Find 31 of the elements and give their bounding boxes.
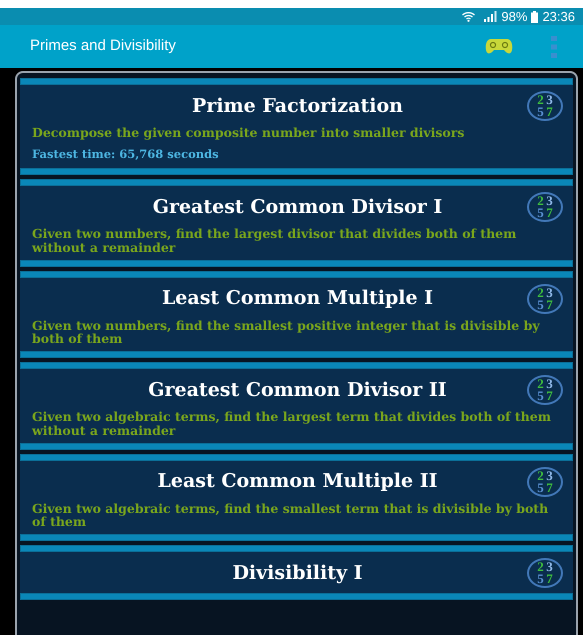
task-description: Given two algebraic terms, find the largest term that divides both of them without a remainder xyxy=(32,410,552,438)
task-card[interactable]: Divisibility I 2 3 5 7 xyxy=(20,545,573,600)
primes-badge-icon: 2 3 5 7 xyxy=(527,284,563,314)
primes-badge-icon: 2 3 5 7 xyxy=(527,192,563,222)
task-card[interactable]: Greatest Common Divisor II 2 3 5 7 Given two algebraic terms, find the largest term that divides both of them without a remainder xyxy=(20,362,573,450)
fastest-time: Fastest time: 65,768 seconds xyxy=(32,146,220,163)
task-card[interactable]: Least Common Multiple I 2 3 5 7 Given two numbers, find the smallest positive integer that is divisible by both of them xyxy=(20,270,573,358)
primes-badge-icon: 2 3 5 7 xyxy=(527,375,563,405)
task-title: Least Common Multiple I xyxy=(160,286,434,312)
wifi-icon xyxy=(462,11,476,22)
task-description: Decompose the given composite number into smaller divisors xyxy=(32,126,466,140)
signal-icon xyxy=(483,11,498,22)
task-description: Given two numbers, find the largest divisor that divides both of them without a remainder xyxy=(32,227,518,254)
task-description: Given two algebraic terms, find the smallest term that is divisible by both of them xyxy=(32,502,550,529)
task-card[interactable]: Greatest Common Divisor I 2 3 5 7 Given two numbers, find the largest divisor that divides both of them without a remainder xyxy=(20,179,573,266)
primes-badge-icon: 2 3 5 7 xyxy=(527,466,563,496)
task-title: Least Common Multiple II xyxy=(156,469,438,494)
battery-level: 98% xyxy=(501,8,528,26)
gamepad-icon[interactable] xyxy=(485,38,513,55)
primes-badge-icon: 2 3 5 7 xyxy=(527,91,563,121)
battery-icon xyxy=(531,10,538,22)
task-title: Prime Factorization xyxy=(191,94,404,119)
task-title: Greatest Common Divisor I xyxy=(152,194,444,220)
task-card[interactable]: Least Common Multiple II 2 3 5 7 Given two algebraic terms, find the smallest term that is divisible by both of them xyxy=(20,454,573,541)
task-card[interactable]: Prime Factorization 2 3 5 7 Decompose the given composite number into smaller divisors Fastest time: 65,768 seconds xyxy=(20,78,573,175)
clock: 23:36 xyxy=(542,8,575,26)
task-title: Greatest Common Divisor II xyxy=(147,378,448,403)
task-description: Given two numbers, find the smallest positive integer that is divisible by both of them xyxy=(32,318,541,346)
task-title: Divisibility I xyxy=(231,560,364,586)
app-title: Primes and Divisibility xyxy=(30,36,177,56)
primes-badge-icon: 2 3 5 7 xyxy=(527,558,563,588)
